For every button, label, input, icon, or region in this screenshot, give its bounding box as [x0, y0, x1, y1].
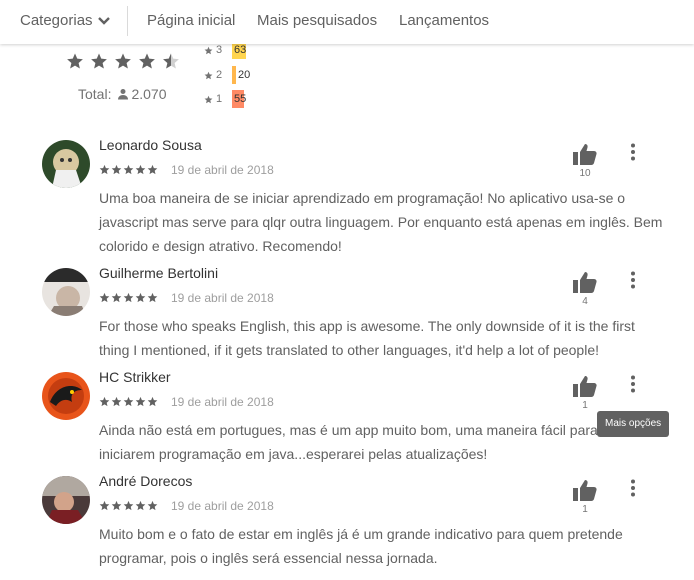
reviewer-name[interactable]: Leonardo Sousa [99, 137, 202, 153]
review-date: 19 de abril de 2018 [171, 395, 274, 409]
star-icon [115, 53, 131, 69]
star-icon [147, 292, 158, 303]
chevron-down-icon [97, 16, 110, 25]
nav-divider [127, 6, 128, 36]
star-icon [111, 164, 122, 175]
nav-top-link[interactable]: Mais pesquisados [257, 12, 377, 29]
review-text: Ainda não está em portugues, mas é um ap… [99, 422, 610, 462]
histogram-count: 20 [238, 69, 251, 81]
star-icon [147, 164, 158, 175]
thumbs-up-icon[interactable] [573, 375, 597, 402]
reviewer-name[interactable]: Guilherme Bertolini [99, 265, 218, 281]
star-icon [99, 164, 110, 175]
nav-home-link[interactable]: Página inicial [147, 12, 235, 29]
top-nav: Categorias Página inicial Mais pesquisad… [0, 0, 694, 44]
person-icon [118, 89, 129, 100]
review-date: 19 de abril de 2018 [171, 291, 274, 305]
star-icon [135, 396, 146, 407]
thumbs-up-icon[interactable] [573, 479, 597, 506]
total-ratings: Total: 2.070 [78, 86, 167, 102]
star-icon [135, 292, 146, 303]
star-icon [111, 292, 122, 303]
review-date: 19 de abril de 2018 [171, 163, 274, 177]
tooltip-more-options: Mais opções [597, 411, 670, 437]
avatar [42, 476, 90, 524]
star-icon [123, 396, 134, 407]
star-icon [147, 396, 158, 407]
star-icon [135, 500, 146, 511]
star-icon [123, 164, 134, 175]
thumbs-up-icon[interactable] [573, 271, 597, 298]
more-options-icon[interactable] [626, 479, 640, 502]
histogram-bar: 55 [232, 90, 246, 108]
review-date: 19 de abril de 2018 [171, 499, 274, 513]
star-icon [204, 71, 214, 80]
more-options-icon[interactable] [626, 271, 640, 294]
star-icon [204, 46, 214, 55]
reviewer-name[interactable]: HC Strikker [99, 369, 171, 385]
star-icon [99, 396, 110, 407]
star-icon [99, 292, 110, 303]
categories-menu[interactable]: Categorias [20, 12, 110, 29]
reviewer-name[interactable]: André Dorecos [99, 473, 192, 489]
helpful-count: 1 [582, 400, 588, 411]
histogram-star: 1 [216, 93, 223, 105]
histogram-star: 2 [216, 69, 223, 81]
star-icon [91, 53, 107, 69]
helpful-count: 1 [582, 504, 588, 515]
star-icon [147, 500, 158, 511]
histogram-row-2: 2 20 [204, 66, 250, 84]
review-stars [99, 292, 158, 303]
review-stars [99, 164, 158, 175]
star-icon [111, 396, 122, 407]
star-icon [135, 164, 146, 175]
star-icon [99, 500, 110, 511]
thumbs-up-icon[interactable] [573, 143, 597, 170]
total-value: 2.070 [131, 86, 167, 102]
histogram-star: 3 [216, 44, 223, 56]
star-icon [204, 95, 214, 104]
star-icon [67, 53, 83, 69]
review-text: For those who speaks English, this app i… [99, 318, 635, 358]
star-half-icon [163, 53, 179, 69]
more-options-icon[interactable] [626, 143, 640, 166]
review-text: Muito bom e o fato de estar em inglês já… [99, 526, 623, 566]
star-icon [139, 53, 155, 69]
more-options-icon[interactable] [626, 375, 640, 398]
nav-new-link[interactable]: Lançamentos [399, 12, 489, 29]
summary-stars [66, 52, 180, 70]
avatar [42, 268, 90, 316]
avatar [42, 372, 90, 420]
helpful-count: 4 [582, 296, 588, 307]
helpful-count: 10 [579, 168, 591, 179]
review-stars [99, 396, 158, 407]
star-icon [123, 500, 134, 511]
histogram-bar [232, 66, 236, 84]
total-label: Total: [78, 86, 112, 102]
star-icon [123, 292, 134, 303]
avatar [42, 140, 90, 188]
histogram-row-1: 1 55 [204, 90, 246, 108]
review-stars [99, 500, 158, 511]
review-text: Uma boa maneira de se iniciar aprendizad… [99, 190, 663, 254]
categories-label: Categorias [20, 12, 93, 29]
star-icon [111, 500, 122, 511]
